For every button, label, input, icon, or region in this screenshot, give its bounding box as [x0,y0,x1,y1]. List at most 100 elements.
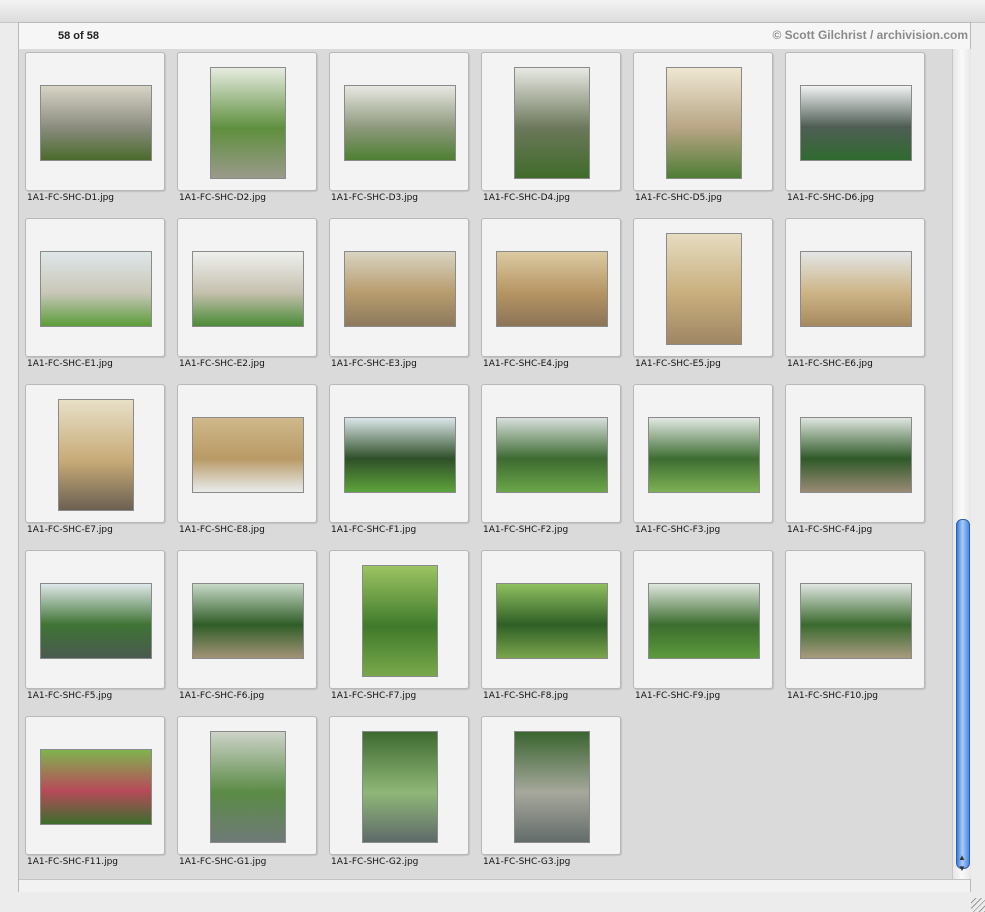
thumbnail-image[interactable] [362,731,438,843]
slide-frame[interactable] [329,52,469,191]
thumbnail-cell[interactable]: 1A1-FC-SHC-F6.jpg [171,547,317,709]
thumbnail-filename: 1A1-FC-SHC-E4.jpg [483,359,569,369]
thumbnail-cell[interactable]: 1A1-FC-SHC-G1.jpg [171,713,317,875]
thumbnail-cell[interactable]: 1A1-FC-SHC-D5.jpg [627,49,773,211]
thumbnail-cell[interactable]: 1A1-FC-SHC-F8.jpg [475,547,621,709]
thumbnail-filename: 1A1-FC-SHC-G3.jpg [483,857,571,867]
slide-frame[interactable] [329,550,469,689]
thumbnail-image[interactable] [496,417,608,493]
thumbnail-filename: 1A1-FC-SHC-D6.jpg [787,193,875,203]
thumbnail-image[interactable] [514,67,590,179]
slide-frame[interactable] [481,218,621,357]
thumbnail-image[interactable] [58,399,134,511]
thumbnail-image[interactable] [40,251,152,327]
thumbnail-image[interactable] [210,731,286,843]
thumbnail-filename: 1A1-FC-SHC-D5.jpg [635,193,723,203]
thumbnail-filename: 1A1-FC-SHC-F11.jpg [27,857,118,867]
thumbnail-image[interactable] [40,749,152,825]
slide-frame[interactable] [177,384,317,523]
slide-frame[interactable] [481,52,621,191]
slide-frame[interactable] [633,550,773,689]
thumbnail-cell[interactable]: 1A1-FC-SHC-F1.jpg [323,381,469,543]
thumbnail-image[interactable] [40,583,152,659]
thumbnail-image[interactable] [514,731,590,843]
slide-frame[interactable] [785,218,925,357]
thumbnail-cell[interactable]: 1A1-FC-SHC-E1.jpg [19,215,165,377]
thumbnail-image[interactable] [344,85,456,161]
thumbnail-cell[interactable]: 1A1-FC-SHC-F11.jpg [19,713,165,875]
thumbnail-image[interactable] [210,67,286,179]
slide-frame[interactable] [177,52,317,191]
thumbnail-image[interactable] [192,583,304,659]
thumbnail-image[interactable] [800,417,912,493]
thumbnail-cell[interactable]: 1A1-FC-SHC-G3.jpg [475,713,621,875]
slide-frame[interactable] [25,384,165,523]
slide-frame[interactable] [785,384,925,523]
slide-frame[interactable] [177,550,317,689]
scroll-up-arrow-icon[interactable]: ▲ [955,853,969,863]
slide-frame[interactable] [177,218,317,357]
thumbnail-cell[interactable]: 1A1-FC-SHC-G2.jpg [323,713,469,875]
scroll-thumb[interactable] [956,519,970,869]
thumbnail-cell[interactable]: 1A1-FC-SHC-E3.jpg [323,215,469,377]
slide-frame[interactable] [25,716,165,855]
slide-frame[interactable] [481,716,621,855]
thumbnail-filename: 1A1-FC-SHC-F9.jpg [635,691,721,701]
slide-frame[interactable] [25,550,165,689]
vertical-scrollbar[interactable]: ▲ ▼ [952,49,971,879]
thumbnail-image[interactable] [800,85,912,161]
thumbnail-image[interactable] [800,583,912,659]
slide-frame[interactable] [633,52,773,191]
thumbnail-image[interactable] [666,233,742,345]
slide-frame[interactable] [785,52,925,191]
thumbnail-image[interactable] [40,85,152,161]
thumbnail-image[interactable] [800,251,912,327]
thumbnail-cell[interactable]: 1A1-FC-SHC-E7.jpg [19,381,165,543]
thumbnail-image[interactable] [648,583,760,659]
thumbnail-cell[interactable]: 1A1-FC-SHC-E4.jpg [475,215,621,377]
thumbnail-cell[interactable]: 1A1-FC-SHC-F5.jpg [19,547,165,709]
thumbnail-cell[interactable]: 1A1-FC-SHC-F2.jpg [475,381,621,543]
thumbnail-image[interactable] [496,251,608,327]
slide-frame[interactable] [329,218,469,357]
thumbnail-cell[interactable]: 1A1-FC-SHC-F7.jpg [323,547,469,709]
thumbnail-cell[interactable]: 1A1-FC-SHC-F9.jpg [627,547,773,709]
thumbnail-filename: 1A1-FC-SHC-E7.jpg [27,525,113,535]
slide-frame[interactable] [25,52,165,191]
thumbnail-image[interactable] [192,417,304,493]
thumbnail-image[interactable] [666,67,742,179]
thumbnail-cell[interactable]: 1A1-FC-SHC-F4.jpg [779,381,925,543]
slide-frame[interactable] [329,716,469,855]
thumbnail-cell[interactable]: 1A1-FC-SHC-D4.jpg [475,49,621,211]
thumbnail-cell[interactable]: 1A1-FC-SHC-E6.jpg [779,215,925,377]
resize-grip-icon[interactable] [971,898,985,912]
thumbnail-image[interactable] [496,583,608,659]
thumbnail-grid: 1A1-FC-SHC-D1.jpg 1A1-FC-SHC-D2.jpg 1A1-FC… [19,49,952,879]
thumbnail-cell[interactable]: 1A1-FC-SHC-D1.jpg [19,49,165,211]
slide-frame[interactable] [633,384,773,523]
slide-frame[interactable] [177,716,317,855]
thumbnail-filename: 1A1-FC-SHC-E3.jpg [331,359,417,369]
scroll-down-arrow-icon[interactable]: ▼ [955,864,969,874]
slide-frame[interactable] [785,550,925,689]
thumbnail-image[interactable] [344,251,456,327]
thumbnail-image[interactable] [344,417,456,493]
slide-frame[interactable] [481,550,621,689]
thumbnail-filename: 1A1-FC-SHC-D3.jpg [331,193,419,203]
thumbnail-cell[interactable]: 1A1-FC-SHC-E8.jpg [171,381,317,543]
slide-frame[interactable] [633,218,773,357]
thumbnail-image[interactable] [192,251,304,327]
thumbnail-cell[interactable]: 1A1-FC-SHC-D3.jpg [323,49,469,211]
thumbnail-filename: 1A1-FC-SHC-D4.jpg [483,193,571,203]
thumbnail-cell[interactable]: 1A1-FC-SHC-E2.jpg [171,215,317,377]
thumbnail-cell[interactable]: 1A1-FC-SHC-D2.jpg [171,49,317,211]
thumbnail-image[interactable] [648,417,760,493]
thumbnail-cell[interactable]: 1A1-FC-SHC-F10.jpg [779,547,925,709]
slide-frame[interactable] [25,218,165,357]
thumbnail-cell[interactable]: 1A1-FC-SHC-E5.jpg [627,215,773,377]
slide-frame[interactable] [329,384,469,523]
thumbnail-cell[interactable]: 1A1-FC-SHC-F3.jpg [627,381,773,543]
slide-frame[interactable] [481,384,621,523]
thumbnail-cell[interactable]: 1A1-FC-SHC-D6.jpg [779,49,925,211]
thumbnail-image[interactable] [362,565,438,677]
